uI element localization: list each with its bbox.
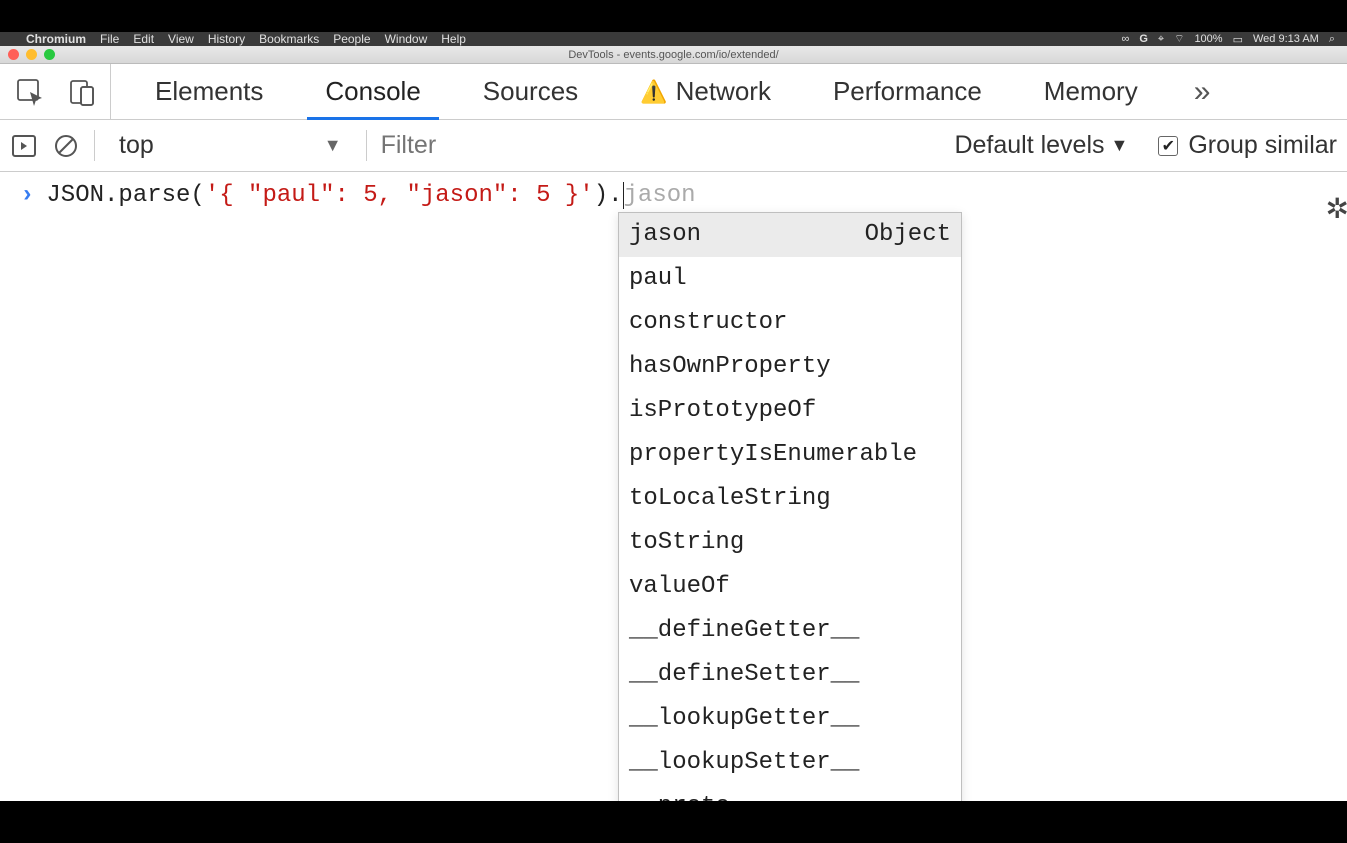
- status-infinity-icon[interactable]: ∞: [1121, 33, 1129, 45]
- devtools-window: Elements Console Sources ⚠️ Network Perf…: [0, 64, 1347, 801]
- autocomplete-item-label: propertyIsEnumerable: [629, 437, 917, 473]
- autocomplete-item[interactable]: jason Object: [619, 213, 961, 257]
- autocomplete-ghost-text: jason: [624, 182, 696, 209]
- checkbox-icon: ✔: [1158, 136, 1178, 156]
- autocomplete-popup: jason Object paul constructor hasOwnProperty…: [618, 212, 962, 830]
- tab-label: Network: [676, 76, 771, 107]
- menu-item-view[interactable]: View: [168, 32, 194, 46]
- group-similar-label: Group similar: [1188, 131, 1337, 160]
- levels-label: Default levels: [954, 131, 1104, 160]
- console-prompt-row[interactable]: › JSON.parse('{ "paul": 5, "jason": 5 }'…: [20, 182, 1327, 209]
- status-google-icon[interactable]: G: [1139, 33, 1148, 45]
- console-toolbar: top ▼ Default levels ▼ ✔ Group similar ✲: [0, 120, 1347, 172]
- window-titlebar[interactable]: DevTools - events.google.com/io/extended…: [0, 46, 1347, 64]
- menu-item-help[interactable]: Help: [441, 32, 466, 46]
- status-battery-icon[interactable]: ▭: [1233, 33, 1243, 46]
- clear-console-icon[interactable]: [52, 132, 80, 160]
- tab-label: Memory: [1044, 76, 1138, 107]
- autocomplete-item[interactable]: constructor: [619, 301, 961, 345]
- tab-network[interactable]: ⚠️ Network: [622, 64, 789, 119]
- toggle-sidebar-icon[interactable]: [10, 132, 38, 160]
- tab-label: Elements: [155, 76, 263, 107]
- letterbox-top: [0, 0, 1347, 32]
- autocomplete-item-label: valueOf: [629, 569, 730, 605]
- autocomplete-item[interactable]: paul: [619, 257, 961, 301]
- log-levels-select[interactable]: Default levels ▼: [954, 131, 1128, 160]
- autocomplete-item[interactable]: valueOf: [619, 565, 961, 609]
- autocomplete-item-label: paul: [629, 261, 687, 297]
- separator: [94, 130, 95, 161]
- menu-item-file[interactable]: File: [100, 32, 119, 46]
- autocomplete-item-label: hasOwnProperty: [629, 349, 831, 385]
- autocomplete-item-type: Object: [865, 217, 951, 253]
- toggle-device-icon[interactable]: [66, 76, 98, 108]
- code-token: ).: [594, 182, 623, 209]
- autocomplete-item-label: __defineGetter__: [629, 613, 859, 649]
- status-search-icon[interactable]: ⌕: [1329, 33, 1335, 46]
- autocomplete-item[interactable]: isPrototypeOf: [619, 389, 961, 433]
- chevron-down-icon: ▼: [324, 135, 342, 156]
- autocomplete-item-label: jason: [629, 217, 701, 253]
- autocomplete-item-label: toString: [629, 525, 744, 561]
- console-filter-input[interactable]: [381, 131, 601, 160]
- menu-item-edit[interactable]: Edit: [133, 32, 154, 46]
- letterbox-bottom: [0, 801, 1347, 843]
- autocomplete-item-label: constructor: [629, 305, 787, 341]
- menu-item-bookmarks[interactable]: Bookmarks: [259, 32, 319, 46]
- autocomplete-item[interactable]: __lookupSetter__: [619, 741, 961, 785]
- autocomplete-item[interactable]: __defineSetter__: [619, 653, 961, 697]
- autocomplete-item[interactable]: __defineGetter__: [619, 609, 961, 653]
- autocomplete-item-label: __lookupSetter__: [629, 745, 859, 781]
- chevron-down-icon: ▼: [1111, 135, 1129, 156]
- warning-icon: ⚠️: [640, 79, 667, 105]
- devtools-tabstrip: Elements Console Sources ⚠️ Network Perf…: [0, 64, 1347, 120]
- menu-app-name[interactable]: Chromium: [26, 32, 86, 46]
- status-battery-percent[interactable]: 100%: [1194, 33, 1222, 45]
- autocomplete-item-label: isPrototypeOf: [629, 393, 816, 429]
- menu-item-people[interactable]: People: [333, 32, 370, 46]
- execution-context-select[interactable]: top ▼: [109, 131, 352, 160]
- menu-item-history[interactable]: History: [208, 32, 245, 46]
- console-body[interactable]: › JSON.parse('{ "paul": 5, "jason": 5 }'…: [0, 172, 1347, 219]
- status-bluetooth-icon[interactable]: ⌖: [1158, 33, 1164, 46]
- context-label: top: [119, 131, 154, 160]
- more-tabs-button[interactable]: »: [1182, 75, 1223, 109]
- autocomplete-item[interactable]: toString: [619, 521, 961, 565]
- autocomplete-item[interactable]: toLocaleString: [619, 477, 961, 521]
- tab-console[interactable]: Console: [307, 64, 438, 119]
- console-input[interactable]: JSON.parse('{ "paul": 5, "jason": 5 }').…: [46, 182, 695, 209]
- inspect-element-icon[interactable]: [14, 76, 46, 108]
- menu-item-window[interactable]: Window: [385, 32, 428, 46]
- code-string-token: '{ "paul": 5, "jason": 5 }': [205, 182, 594, 209]
- separator: [366, 130, 367, 161]
- tab-elements[interactable]: Elements: [137, 64, 281, 119]
- tab-sources[interactable]: Sources: [465, 64, 596, 119]
- autocomplete-item-label: __lookupGetter__: [629, 701, 859, 737]
- group-similar-toggle[interactable]: ✔ Group similar: [1158, 131, 1337, 160]
- autocomplete-item[interactable]: hasOwnProperty: [619, 345, 961, 389]
- tab-label: Console: [325, 76, 420, 107]
- autocomplete-item[interactable]: __lookupGetter__: [619, 697, 961, 741]
- window-title: DevTools - events.google.com/io/extended…: [0, 49, 1347, 61]
- tab-memory[interactable]: Memory: [1026, 64, 1156, 119]
- tab-performance[interactable]: Performance: [815, 64, 1000, 119]
- autocomplete-item-label: __defineSetter__: [629, 657, 859, 693]
- tab-label: Performance: [833, 76, 982, 107]
- code-token: JSON.parse(: [46, 182, 204, 209]
- tab-label: Sources: [483, 76, 578, 107]
- autocomplete-item[interactable]: propertyIsEnumerable: [619, 433, 961, 477]
- status-wifi-icon[interactable]: ⌔: [1174, 32, 1184, 46]
- prompt-chevron-icon: ›: [20, 182, 34, 209]
- macos-menubar: Chromium File Edit View History Bookmark…: [0, 32, 1347, 46]
- status-clock[interactable]: Wed 9:13 AM: [1253, 33, 1319, 45]
- autocomplete-item-label: toLocaleString: [629, 481, 831, 517]
